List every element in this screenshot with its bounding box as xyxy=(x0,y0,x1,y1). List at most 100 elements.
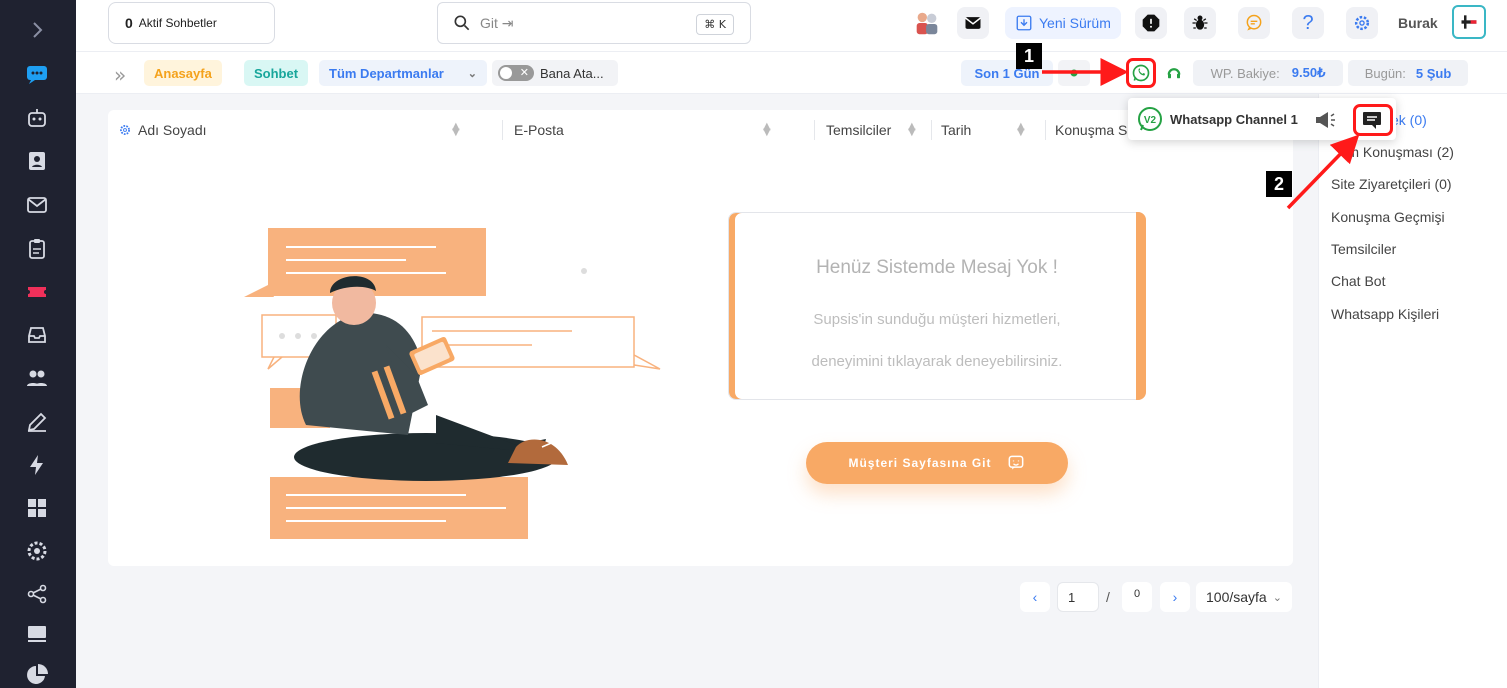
search-placeholder: Git ⇥ xyxy=(480,14,514,31)
agents-avatar-icon[interactable] xyxy=(911,7,943,39)
wp-balance-label: WP. Bakiye: xyxy=(1210,65,1280,81)
search-shortcut: ⌘ K xyxy=(696,14,734,35)
status-indicator-icon[interactable] xyxy=(1058,60,1090,86)
department-select[interactable]: Tüm Departmanlar ⌄ xyxy=(319,60,487,86)
active-chats-count: 0 xyxy=(125,15,133,31)
grid-icon[interactable] xyxy=(24,495,50,521)
chat-smile-icon xyxy=(1008,455,1023,470)
column-divider xyxy=(814,120,815,140)
monitor-icon[interactable] xyxy=(24,621,50,647)
customer-page-button-label: Müşteri Sayfasına Git xyxy=(848,456,992,470)
toggle-switch[interactable]: ✕ xyxy=(498,65,534,81)
expand-chevron-icon[interactable] xyxy=(24,17,50,43)
edit-pen-icon[interactable] xyxy=(24,409,50,435)
headset-support-icon[interactable] xyxy=(1158,60,1190,86)
page-number-input[interactable]: 1 xyxy=(1057,582,1099,612)
whatsapp-version-badge: V2 xyxy=(1144,115,1157,126)
breadcrumb-home[interactable]: Anasayfa xyxy=(144,60,222,86)
users-icon[interactable] xyxy=(24,365,50,391)
share-icon[interactable] xyxy=(24,581,50,607)
column-header-date[interactable]: Tarih xyxy=(941,122,971,138)
rp-item-conversation-history[interactable]: Konuşma Geçmişi xyxy=(1331,209,1445,225)
right-panel: ek (0) Tüm Konuşması (2) Site Ziyaretçil… xyxy=(1318,94,1507,688)
next-page-button[interactable]: › xyxy=(1160,582,1190,612)
rp-item-all-conversations[interactable]: Tüm Konuşması (2) xyxy=(1331,144,1454,160)
inbox-icon[interactable] xyxy=(24,322,50,348)
column-divider xyxy=(1045,120,1046,140)
column-header-conversation[interactable]: Konuşma S xyxy=(1055,122,1127,138)
lightning-icon[interactable] xyxy=(24,452,50,478)
settings-gear-icon[interactable] xyxy=(24,538,50,564)
whatsapp-channel-popup: V2 Whatsapp Channel 1 xyxy=(1128,98,1396,140)
search-icon xyxy=(454,15,470,31)
page-size-label: 100/sayfa xyxy=(1206,589,1267,605)
empty-state-illustration xyxy=(244,228,661,539)
ticket-icon[interactable] xyxy=(24,279,50,305)
wp-balance-value: 9.50₺ xyxy=(1291,65,1326,80)
clipboard-icon[interactable] xyxy=(24,236,50,262)
department-select-label: Tüm Departmanlar xyxy=(329,65,444,81)
empty-state-box: Henüz Sistemde Mesaj Yok ! Supsis'in sun… xyxy=(728,212,1146,400)
bug-icon[interactable] xyxy=(1184,7,1216,39)
help-question-icon[interactable]: ? xyxy=(1292,7,1324,39)
today-date: Bugün: 5 Şub xyxy=(1348,60,1468,86)
rp-item-all-conversations-label: m Konuşması (2) xyxy=(1347,144,1454,160)
user-avatar[interactable] xyxy=(1452,5,1486,39)
column-date-label: Tarih xyxy=(941,122,972,138)
sort-icon[interactable]: ▲ ▼ xyxy=(1017,122,1025,138)
empty-state-line-2: deneyimini tıklayarak deneyebilirsiniz. xyxy=(811,353,1063,370)
filter-bar: » Anasayfa Sohbet Tüm Departmanlar ⌄ ✕ B… xyxy=(76,52,1507,94)
assign-to-me-label: Bana Ata... xyxy=(540,65,604,81)
sort-icon[interactable]: ▲ ▼ xyxy=(452,122,460,138)
megaphone-icon[interactable] xyxy=(1314,111,1336,129)
alert-octagon-icon[interactable] xyxy=(1135,7,1167,39)
rp-item-agents[interactable]: Temsilciler xyxy=(1331,241,1396,257)
active-chats-counter[interactable]: 0 Aktif Sohbetler xyxy=(108,2,275,44)
chevron-down-icon: ⌄ xyxy=(1272,591,1282,604)
chevron-down-icon: ⌄ xyxy=(467,67,477,80)
annotation-step-1: 1 xyxy=(1016,43,1042,69)
username[interactable]: Burak xyxy=(1398,15,1438,31)
table-header: Adı Soyadı ▲ ▼ E-Posta ▲ ▼ Temsilciler ▲ ▼ … xyxy=(108,110,1293,150)
new-version-button[interactable]: Yeni Sürüm xyxy=(1005,7,1121,39)
assign-to-me-toggle[interactable]: ✕ Bana Ata... xyxy=(492,60,618,86)
rp-item-whatsapp-contacts[interactable]: Whatsapp Kişileri xyxy=(1331,306,1439,322)
rp-item-waiting[interactable]: ek (0) xyxy=(1391,112,1427,128)
pie-chart-icon[interactable] xyxy=(24,662,50,688)
settings-gear-icon[interactable] xyxy=(1346,7,1378,39)
sort-icon[interactable]: ▲ ▼ xyxy=(908,122,916,138)
highlight-box-whatsapp xyxy=(1126,58,1156,88)
column-divider xyxy=(502,120,503,140)
left-sidebar xyxy=(0,0,76,688)
envelope-icon[interactable] xyxy=(957,7,989,39)
page-size-select[interactable]: 100/sayfa ⌄ xyxy=(1196,582,1292,612)
chat-bubble-icon[interactable] xyxy=(24,61,50,87)
search-input[interactable]: Git ⇥ ⌘ K xyxy=(437,2,751,44)
top-bar: 0 Aktif Sohbetler Git ⇥ ⌘ K Yeni Sürüm ?… xyxy=(76,0,1507,52)
breadcrumb-chevron-icon[interactable]: » xyxy=(114,63,126,87)
new-version-label: Yeni Sürüm xyxy=(1039,15,1111,31)
column-header-agents[interactable]: Temsilciler xyxy=(826,122,891,138)
feedback-chat-icon[interactable] xyxy=(1238,7,1270,39)
download-icon xyxy=(1016,15,1032,31)
contact-card-icon[interactable] xyxy=(24,148,50,174)
column-settings-gear-icon[interactable] xyxy=(118,123,132,137)
highlight-box-chat xyxy=(1353,104,1393,136)
column-agents-label: Temsilciler xyxy=(826,122,892,138)
rp-item-chat-bot[interactable]: Chat Bot xyxy=(1331,273,1385,289)
column-header-email[interactable]: E-Posta xyxy=(514,122,564,138)
breadcrumb-chat[interactable]: Sohbet xyxy=(244,60,309,86)
column-header-name[interactable]: Adı Soyadı xyxy=(118,122,207,138)
empty-state-title: Henüz Sistemde Mesaj Yok ! xyxy=(816,257,1058,278)
empty-state-line-1: Supsis'in sunduğu müşteri hizmetleri, xyxy=(813,311,1061,328)
whatsapp-channel-name: Whatsapp Channel 1 xyxy=(1170,111,1298,127)
annotation-step-2: 2 xyxy=(1266,171,1292,197)
customer-page-button[interactable]: Müşteri Sayfasına Git xyxy=(806,442,1068,484)
today-value: 5 Şub xyxy=(1415,65,1452,81)
prev-page-button[interactable]: ‹ xyxy=(1020,582,1050,612)
column-email-label: E-Posta xyxy=(514,122,564,138)
mail-icon[interactable] xyxy=(24,192,50,218)
bot-icon[interactable] xyxy=(24,105,50,131)
rp-item-site-visitors[interactable]: Site Ziyaretçileri (0) xyxy=(1331,176,1452,192)
sort-icon[interactable]: ▲ ▼ xyxy=(763,122,771,138)
